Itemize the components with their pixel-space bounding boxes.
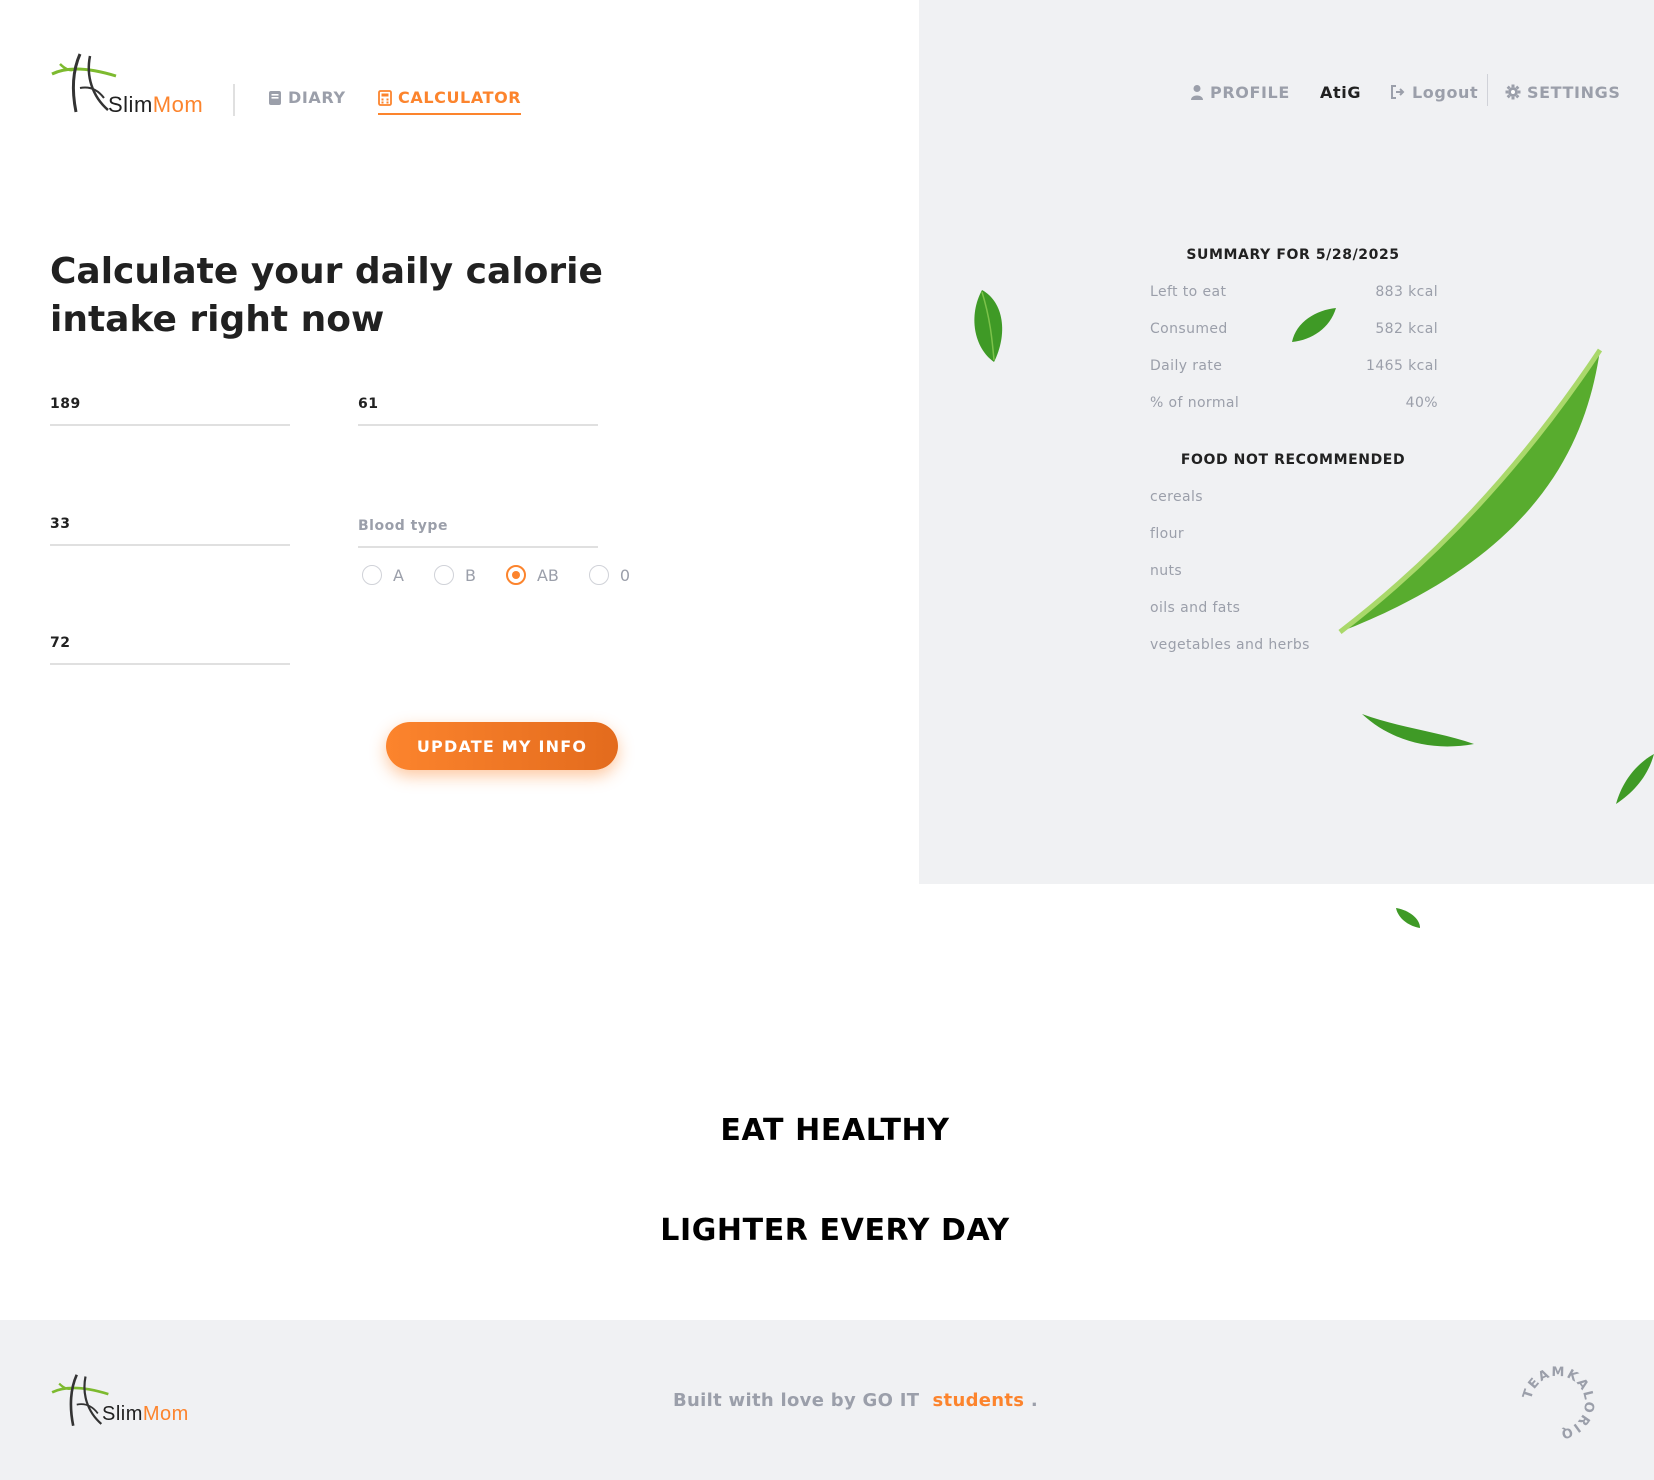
team-badge-icon[interactable]: TEAMKALORIQ — [1520, 1365, 1596, 1441]
summary-value: 582 kcal — [1375, 321, 1438, 337]
weight-field — [358, 386, 598, 426]
logo[interactable]: SlimMom — [50, 52, 222, 118]
gear-icon — [1505, 84, 1521, 100]
calculator-icon — [378, 89, 392, 106]
logout-label: Logout — [1412, 82, 1479, 102]
nav-diary[interactable]: DIARY — [268, 88, 346, 107]
leaf-icon — [1338, 348, 1603, 634]
leaf-icon — [974, 290, 1003, 362]
summary-title: SUMMARY FOR 5/28/2025 — [1186, 247, 1400, 263]
user-name: AtiG — [1320, 82, 1362, 102]
footer-logo[interactable]: SlimMom — [50, 1373, 210, 1433]
logout-icon — [1391, 85, 1405, 99]
radio-icon — [362, 565, 382, 585]
logo-text-slim: Slim — [108, 92, 153, 117]
footer-credits: Built with love by GO IT students . — [673, 1390, 1038, 1411]
age-input[interactable] — [50, 506, 290, 532]
blood-radio-ab[interactable]: AB — [505, 565, 559, 585]
nav-settings[interactable]: SETTINGS — [1505, 80, 1620, 104]
height-field — [50, 386, 290, 426]
radio-icon — [433, 565, 454, 585]
food-item: vegetables and herbs — [1150, 637, 1310, 653]
nav-profile-label: PROFILE — [1210, 82, 1290, 102]
book-icon — [269, 90, 281, 105]
blood-type-field — [358, 508, 598, 548]
summary-row: Left to eat 883 kcal — [1150, 284, 1438, 300]
food-item: cereals — [1150, 489, 1203, 505]
desired-weight-input[interactable] — [50, 625, 290, 651]
nav-settings-label: SETTINGS — [1527, 82, 1621, 102]
update-info-button[interactable]: UPDATE MY INFO — [386, 722, 618, 770]
leaf-icon — [1292, 308, 1336, 342]
blood-radio-label: AB — [536, 565, 559, 585]
logo-text-slim: Slim — [102, 1403, 143, 1425]
logout-button[interactable]: Logout — [1390, 80, 1478, 104]
desired-weight-field — [50, 625, 290, 665]
food-item: flour — [1150, 526, 1185, 542]
nav-calculator[interactable]: CALCULATOR — [378, 88, 522, 115]
summary-value: 883 kcal — [1375, 284, 1438, 300]
team-badge-text: TEAMKALORIQ — [1520, 1365, 1595, 1441]
age-field — [50, 506, 290, 546]
summary-label: % of normal — [1150, 395, 1240, 411]
leaf-icon — [1616, 754, 1654, 804]
header-divider — [1487, 74, 1488, 106]
footer-students-link[interactable]: students — [933, 1390, 1025, 1411]
summary-label: Daily rate — [1150, 358, 1223, 374]
logo-text-mom: Mom — [152, 92, 204, 117]
page-title: Calculate your daily calorie intake righ… — [50, 251, 603, 340]
nav-diary-label: DIARY — [288, 88, 346, 107]
svg-text:TEAMKALORIQ: TEAMKALORIQ — [1520, 1365, 1596, 1441]
blood-radio-label: 0 — [619, 565, 631, 585]
food-item: nuts — [1150, 563, 1183, 579]
summary-label: Consumed — [1150, 321, 1228, 337]
food-item: oils and fats — [1150, 600, 1241, 616]
blood-radio-0[interactable]: 0 — [588, 565, 631, 585]
slogan-lighter-every-day: LIGHTER EVERY DAY — [660, 1213, 1010, 1248]
radio-checked-icon — [505, 565, 526, 585]
height-input[interactable] — [50, 386, 290, 412]
blood-radio-label: B — [464, 565, 476, 585]
footer-credits-suffix: . — [1030, 1390, 1039, 1411]
nav-profile[interactable]: PROFILE — [1190, 80, 1290, 104]
nav-calculator-label: CALCULATOR — [398, 88, 522, 107]
blood-radio-a[interactable]: A — [362, 565, 404, 585]
blood-type-input[interactable] — [358, 508, 598, 534]
logo-text-mom: Mom — [142, 1403, 189, 1425]
footer-credits-prefix: Built with love by GO IT — [673, 1390, 920, 1411]
user-icon — [1191, 85, 1203, 100]
summary-label: Left to eat — [1150, 284, 1227, 300]
blood-radio-b[interactable]: B — [433, 565, 476, 585]
radio-icon — [588, 565, 609, 585]
blood-radio-label: A — [393, 565, 404, 585]
logo-divider — [233, 84, 235, 116]
weight-input[interactable] — [358, 386, 598, 412]
blood-type-radio-group: A B AB 0 — [362, 565, 660, 585]
leaf-icon — [1362, 714, 1474, 747]
slogan-eat-healthy: EAT HEALTHY — [720, 1113, 950, 1148]
leaf-icon — [1396, 908, 1420, 928]
